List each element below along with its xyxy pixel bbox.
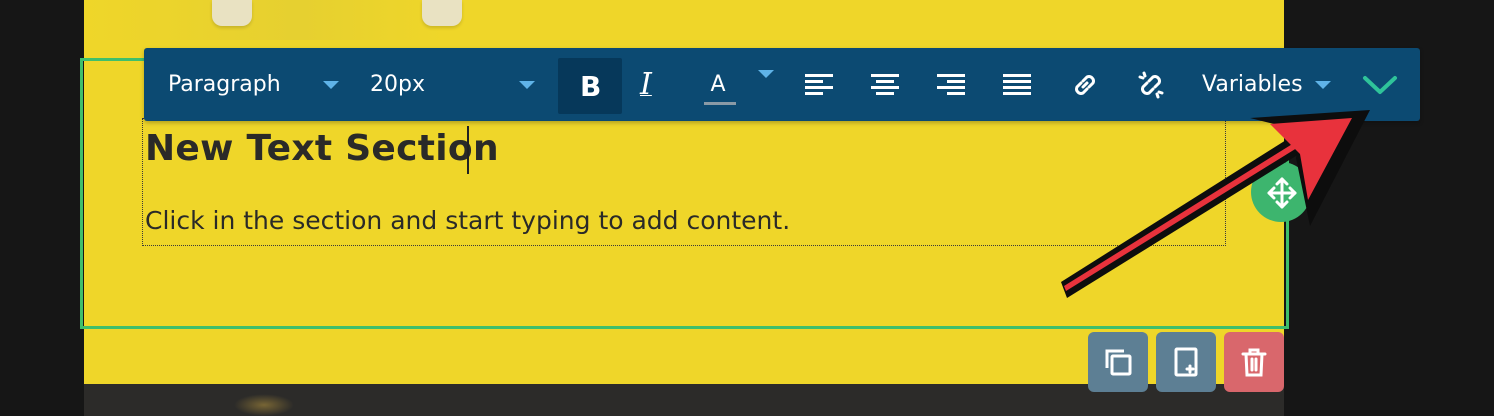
annotation-arrow [1061,110,1370,298]
